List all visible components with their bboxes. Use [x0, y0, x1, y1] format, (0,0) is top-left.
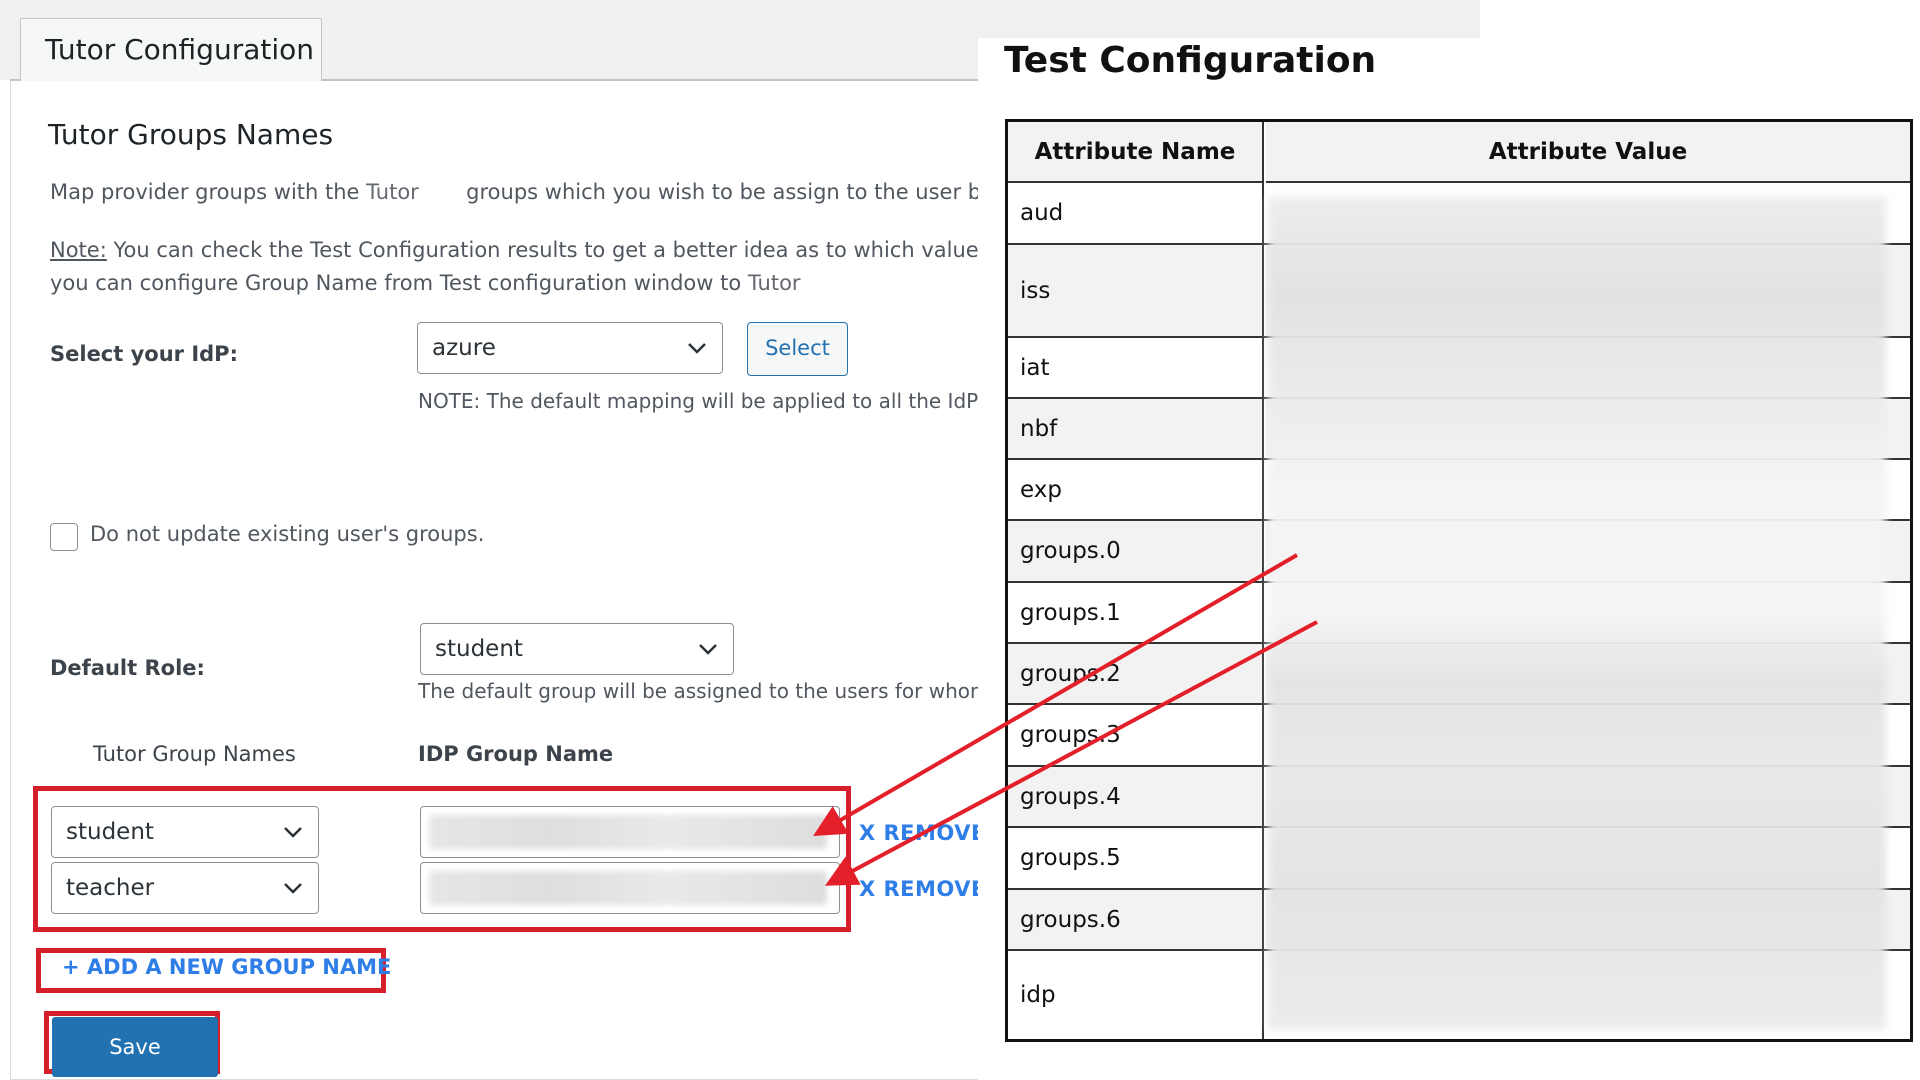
attribute-name: iss	[1008, 245, 1264, 336]
attribute-name: groups.5	[1008, 828, 1264, 888]
note-tutor: Tutor	[747, 271, 801, 295]
tab-label: Tutor Configuration	[45, 33, 315, 66]
remove-mapping-button[interactable]: X REMOVE	[859, 877, 986, 901]
default-role-value: student	[435, 636, 523, 662]
no-update-groups-checkbox[interactable]	[50, 523, 78, 551]
note-line-1: You can check the Test Configuration res…	[106, 238, 1071, 262]
select-idp-button[interactable]: Select	[747, 322, 848, 376]
note-line-2: you can configure Group Name from Test c…	[50, 271, 742, 295]
col-head-attribute-name: Attribute Name	[1008, 122, 1264, 183]
col-head-tutor-groups: Tutor Group Names	[93, 742, 296, 766]
tab-tutor-configuration[interactable]: Tutor Configuration	[20, 18, 322, 81]
col-head-idp-group: IDP Group Name	[418, 742, 614, 766]
attribute-name: idp	[1008, 951, 1264, 1039]
attribute-name: groups.3	[1008, 705, 1264, 765]
attribute-name: iat	[1008, 338, 1264, 397]
checkbox-label: Do not update existing user's groups.	[90, 522, 485, 546]
attribute-name: groups.1	[1008, 583, 1264, 642]
attribute-name: nbf	[1008, 399, 1264, 458]
section-description: Map provider groups with the Tutor groups…	[50, 180, 1049, 204]
note-text: Note: You can check the Test Configurati…	[50, 234, 1071, 300]
chevron-down-icon	[688, 343, 706, 354]
attribute-name: groups.2	[1008, 644, 1264, 703]
add-group-button[interactable]: + ADD A NEW GROUP NAME	[62, 955, 391, 979]
default-role-label: Default Role:	[50, 656, 205, 680]
attribute-name: groups.4	[1008, 767, 1264, 826]
idp-note: NOTE: The default mapping will be applie…	[418, 389, 989, 413]
default-role-select[interactable]: student	[420, 623, 734, 675]
highlight-mapping-rows	[33, 786, 851, 932]
redacted-attribute-values	[1268, 196, 1886, 1030]
remove-mapping-button[interactable]: X REMOVE	[859, 821, 986, 845]
attribute-name: groups.0	[1008, 521, 1264, 581]
chevron-down-icon	[699, 644, 717, 655]
description-tutor: Tutor	[366, 180, 419, 204]
attribute-name: exp	[1008, 460, 1264, 519]
idp-select-value: azure	[432, 335, 496, 361]
col-head-attribute-value: Attribute Value	[1266, 122, 1910, 183]
test-config-title: Test Configuration	[1004, 40, 1377, 81]
idp-select[interactable]: azure	[417, 322, 723, 374]
description-start: Map provider groups with the	[50, 180, 360, 204]
description-end: groups which you wish to be assign to th…	[466, 180, 1050, 204]
attribute-name: aud	[1008, 183, 1264, 243]
section-heading: Tutor Groups Names	[48, 118, 334, 151]
save-button[interactable]: Save	[52, 1017, 218, 1077]
note-label: Note:	[50, 238, 107, 262]
attribute-name: groups.6	[1008, 890, 1264, 949]
idp-label: Select your IdP:	[50, 342, 238, 366]
default-role-note: The default group will be assigned to th…	[418, 679, 990, 703]
